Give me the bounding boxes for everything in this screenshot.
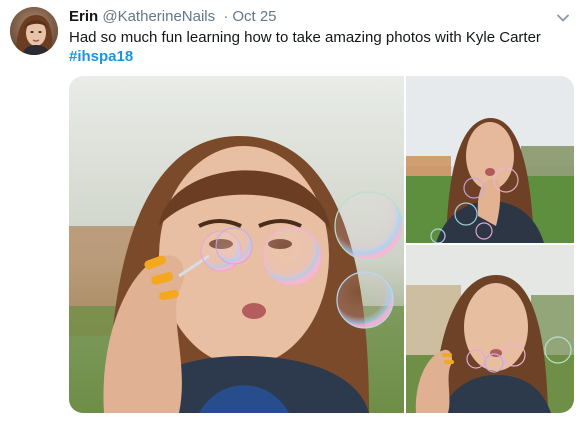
display-name[interactable]: Erin bbox=[69, 8, 98, 25]
tweet-header: Erin @KatherineNails · Oct 25 bbox=[69, 7, 553, 27]
tweet-date[interactable]: Oct 25 bbox=[232, 8, 276, 25]
separator-dot: · bbox=[223, 8, 229, 25]
tweet[interactable]: Erin @KatherineNails · Oct 25 Had so much… bbox=[0, 0, 583, 422]
photo-top-right[interactable] bbox=[406, 76, 574, 243]
media-grid bbox=[69, 76, 574, 413]
tweet-text: Had so much fun learning how to take ama… bbox=[69, 28, 563, 66]
tweet-body: Had so much fun learning how to take ama… bbox=[69, 29, 541, 46]
photo-main[interactable] bbox=[69, 76, 404, 413]
hashtag-link[interactable]: #ihspa18 bbox=[69, 47, 563, 66]
photo-bottom-right[interactable] bbox=[406, 245, 574, 413]
user-handle[interactable]: @KatherineNails bbox=[102, 8, 215, 25]
avatar[interactable] bbox=[10, 7, 58, 55]
chevron-down-icon[interactable] bbox=[555, 10, 571, 26]
